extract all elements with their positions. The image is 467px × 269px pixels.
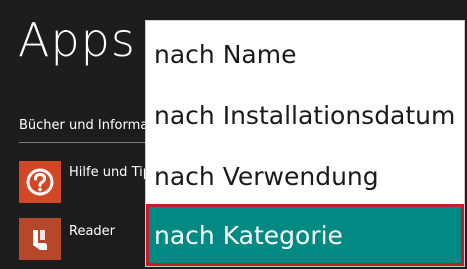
menu-item-sort-by-install-date[interactable]: nach Installationsdatum — [146, 96, 464, 136]
sort-dropdown: nach Name nach Installationsdatum nach V… — [145, 20, 465, 267]
menu-item-sort-by-usage[interactable]: nach Verwendung — [146, 157, 464, 197]
app-label-reader[interactable]: Reader — [69, 224, 115, 239]
app-label-help[interactable]: Hilfe und Tip — [69, 165, 151, 180]
menu-item-sort-by-name[interactable]: nach Name — [146, 35, 464, 75]
section-divider — [19, 142, 159, 143]
reader-icon — [33, 230, 47, 250]
help-icon — [26, 168, 54, 196]
page-title: Apps — [18, 13, 136, 67]
menu-item-sort-by-category[interactable]: nach Kategorie — [146, 204, 464, 266]
app-tile-help[interactable] — [19, 161, 61, 203]
app-tile-reader[interactable] — [19, 218, 61, 260]
section-header[interactable]: Bücher und Informa — [19, 118, 148, 133]
